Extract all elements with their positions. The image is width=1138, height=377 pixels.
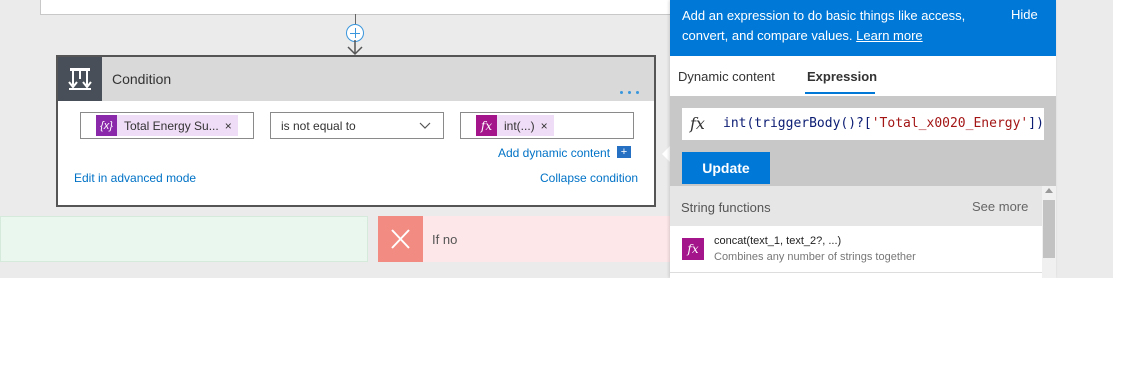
condition-icon bbox=[58, 57, 102, 101]
more-options-icon[interactable] bbox=[620, 81, 644, 94]
operator-select[interactable]: is not equal to bbox=[270, 112, 444, 139]
expression-text[interactable]: int(triggerBody()?['Total_x0020_Energy']… bbox=[723, 116, 1044, 131]
see-more-link[interactable]: See more bbox=[972, 199, 1028, 214]
hide-button[interactable]: Hide bbox=[1011, 7, 1038, 22]
if-no-label: If no bbox=[432, 232, 458, 247]
previous-step-card[interactable] bbox=[40, 0, 682, 15]
close-icon bbox=[378, 216, 423, 262]
token-label: Total Energy Su... bbox=[124, 118, 219, 133]
remove-token-icon[interactable]: × bbox=[541, 119, 554, 133]
panel-description-text: Add an expression to do basic things lik… bbox=[682, 8, 966, 43]
fx-icon: fx bbox=[690, 114, 705, 133]
tab-expression[interactable]: Expression bbox=[807, 69, 877, 84]
operator-selected: is not equal to bbox=[281, 119, 356, 133]
if-yes-branch[interactable] bbox=[0, 216, 368, 262]
chevron-down-icon bbox=[419, 122, 431, 129]
arrow-down-icon bbox=[347, 40, 363, 56]
connector-line bbox=[355, 14, 356, 24]
designer-canvas: Condition {x} Total Energy Su... × is no… bbox=[0, 0, 1113, 278]
fx-icon: fx bbox=[682, 238, 704, 260]
update-button[interactable]: Update bbox=[682, 152, 770, 184]
condition-card[interactable]: Condition {x} Total Energy Su... × is no… bbox=[56, 55, 656, 207]
active-tab-indicator bbox=[805, 92, 875, 94]
function-category-header: String functions See more bbox=[670, 186, 1042, 226]
expression-panel: Add an expression to do basic things lik… bbox=[670, 0, 1056, 278]
condition-header[interactable]: Condition bbox=[58, 57, 654, 101]
function-category-title: String functions bbox=[681, 200, 771, 215]
function-description: Combines any number of strings together bbox=[714, 251, 916, 263]
if-no-branch[interactable]: If no bbox=[378, 216, 678, 262]
function-list-scrollbar[interactable] bbox=[1042, 186, 1056, 278]
dynamic-content-token[interactable]: {x} Total Energy Su... × bbox=[96, 115, 238, 136]
left-operand-field[interactable]: {x} Total Energy Su... × bbox=[80, 112, 254, 139]
panel-description: Add an expression to do basic things lik… bbox=[682, 6, 982, 46]
function-name: concat(text_1, text_2?, ...) bbox=[714, 235, 842, 247]
expression-editor-area: fx int(triggerBody()?['Total_x0020_Energ… bbox=[670, 96, 1056, 186]
panel-header: Add an expression to do basic things lik… bbox=[670, 0, 1056, 56]
right-operand-field[interactable]: fx int(...) × bbox=[460, 112, 634, 139]
panel-pointer bbox=[662, 146, 670, 162]
fx-icon: fx bbox=[476, 115, 497, 136]
function-list-item[interactable]: fx concat(text_1, text_2?, ...) Combines… bbox=[670, 226, 1042, 273]
remove-token-icon[interactable]: × bbox=[225, 119, 238, 133]
scroll-up-icon[interactable] bbox=[1045, 188, 1053, 193]
condition-title: Condition bbox=[112, 71, 172, 87]
expression-token[interactable]: fx int(...) × bbox=[476, 115, 554, 136]
learn-more-link[interactable]: Learn more bbox=[856, 28, 922, 43]
edit-advanced-mode-link[interactable]: Edit in advanced mode bbox=[74, 171, 196, 185]
collapse-condition-link[interactable]: Collapse condition bbox=[540, 171, 638, 185]
add-dynamic-content-link[interactable]: Add dynamic content bbox=[498, 146, 610, 160]
variable-icon: {x} bbox=[96, 115, 117, 136]
plus-icon[interactable]: + bbox=[617, 146, 631, 158]
scroll-thumb[interactable] bbox=[1043, 200, 1055, 258]
token-label: int(...) bbox=[504, 118, 535, 133]
expression-input[interactable]: fx int(triggerBody()?['Total_x0020_Energ… bbox=[682, 108, 1044, 140]
tab-dynamic-content[interactable]: Dynamic content bbox=[678, 69, 775, 84]
